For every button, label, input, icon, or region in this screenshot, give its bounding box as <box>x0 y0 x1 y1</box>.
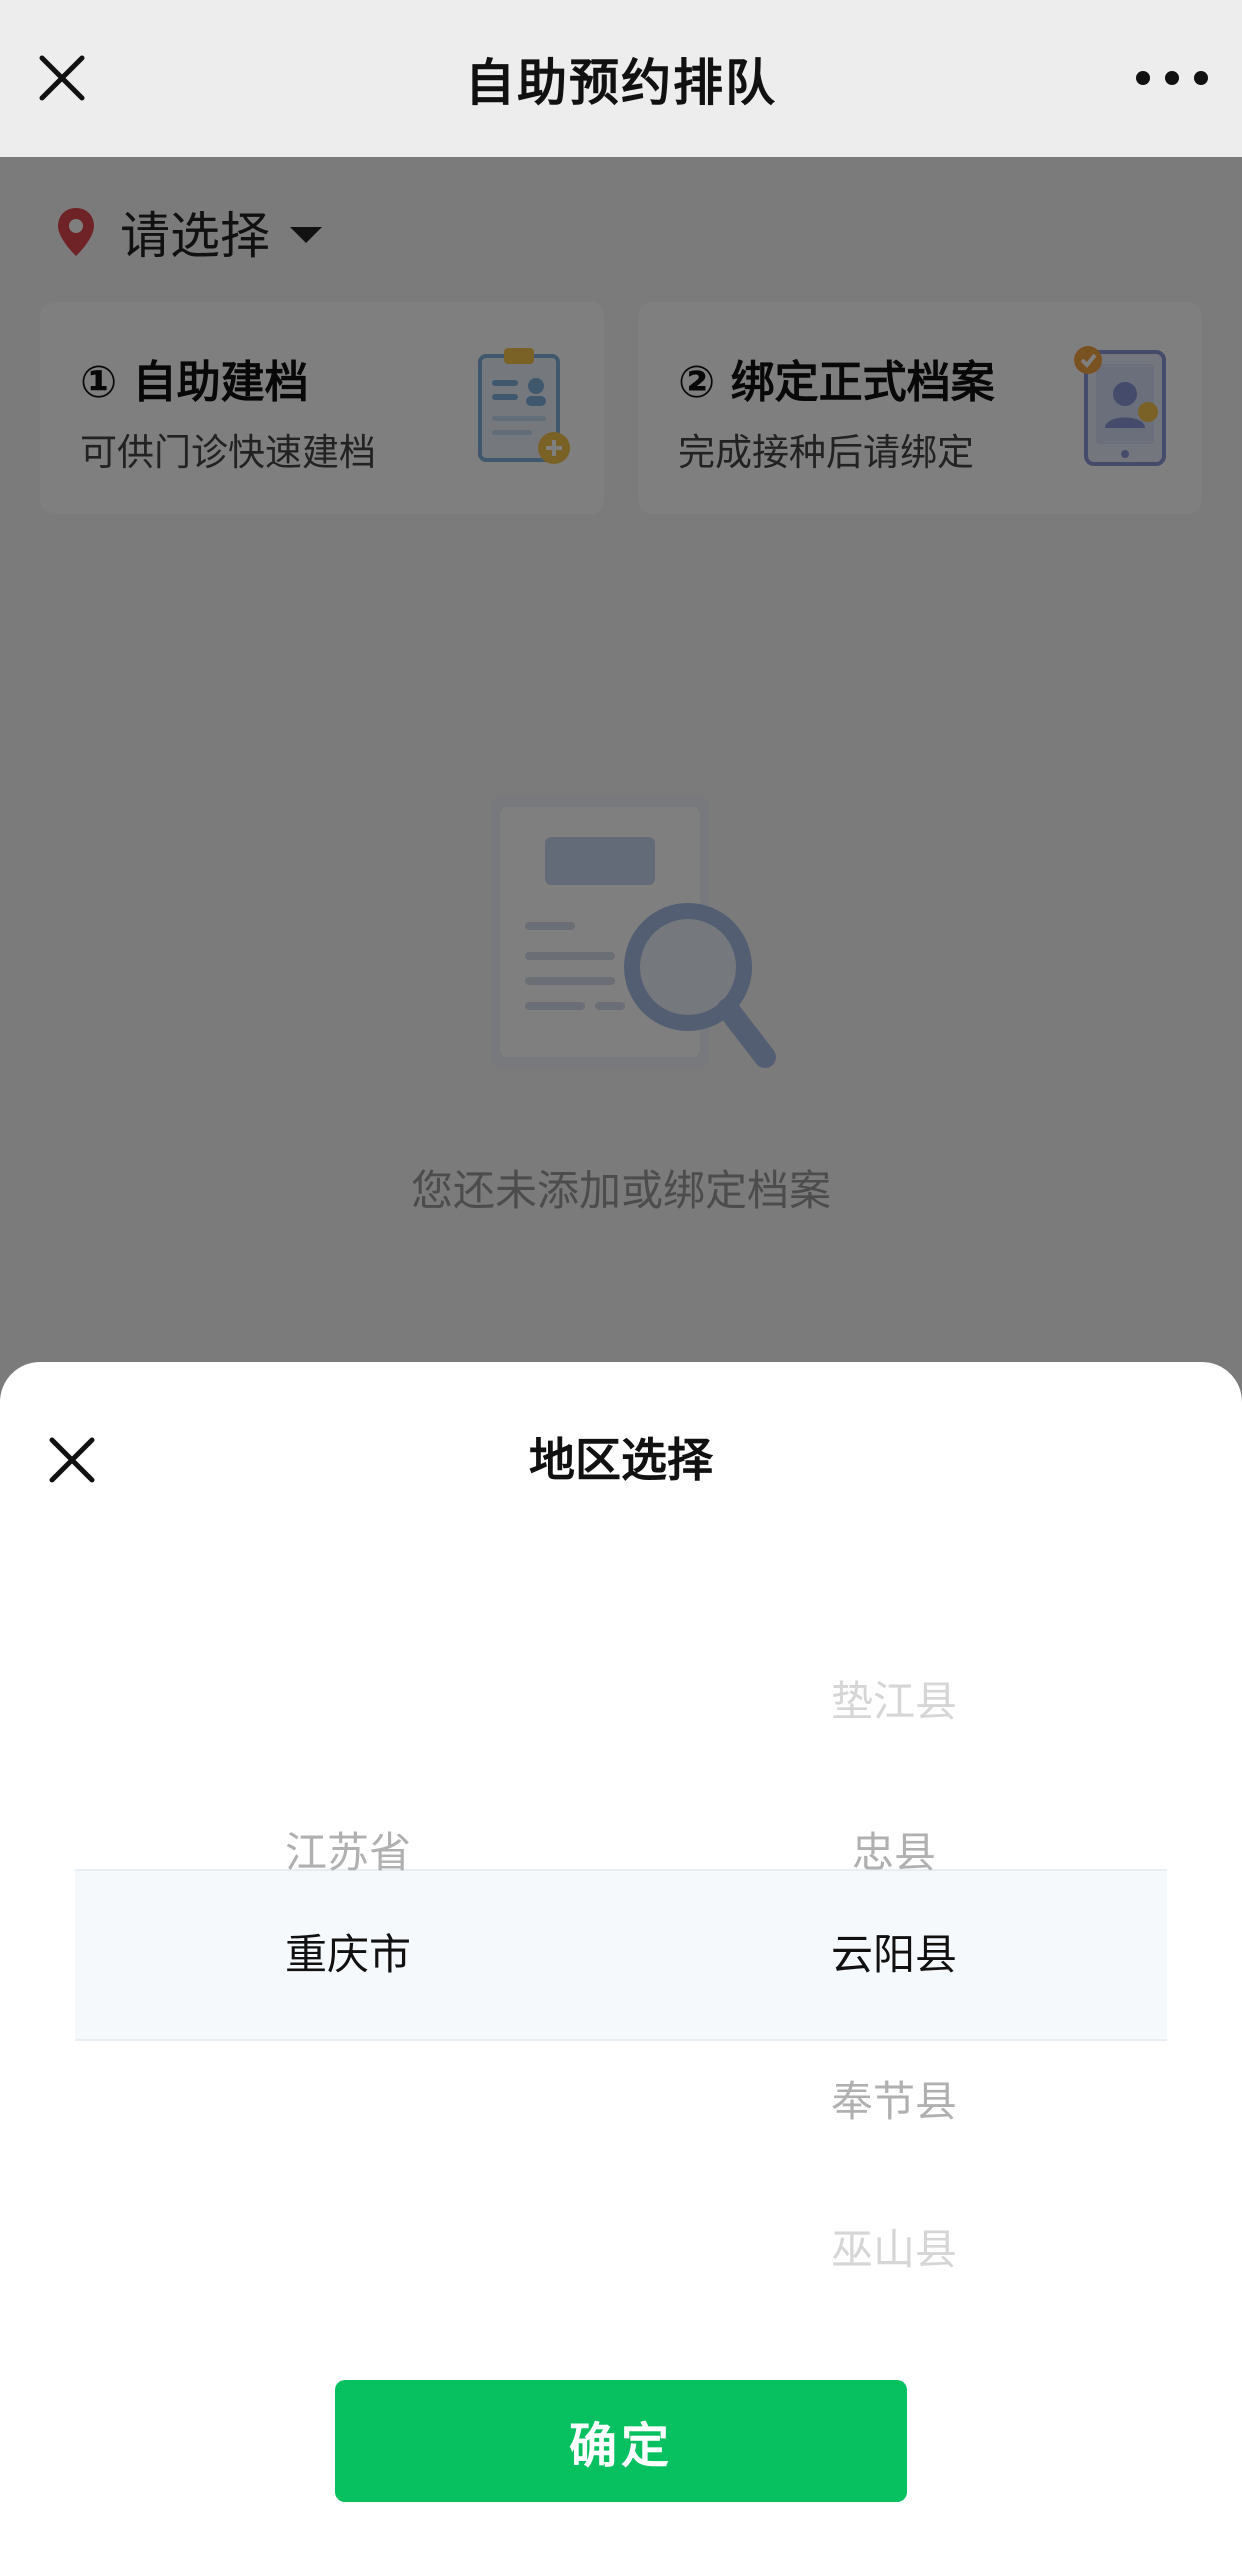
close-icon[interactable] <box>44 1432 100 1488</box>
more-dot <box>1136 71 1150 85</box>
picker-item-county-selected[interactable]: 云阳县 <box>621 1915 1167 1995</box>
county-column[interactable]: 垫江县 忠县 云阳县 奉节县 巫山县 <box>621 1572 1167 2322</box>
page-title: 自助预约排队 <box>465 53 777 112</box>
more-icon[interactable] <box>1136 58 1208 98</box>
picker-item-county[interactable]: 奉节县 <box>621 2062 1167 2142</box>
more-dot <box>1165 71 1179 85</box>
picker-item-province-selected[interactable]: 重庆市 <box>75 1915 621 1995</box>
region-picker-sheet: 地区选择 江苏省 重庆市 垫江县 忠县 云阳县 奉节县 巫山县 确定 <box>0 1362 1242 2560</box>
picker-item-county[interactable]: 忠县 <box>621 1813 1167 1893</box>
region-picker[interactable]: 江苏省 重庆市 垫江县 忠县 云阳县 奉节县 巫山县 <box>75 1572 1167 2322</box>
picker-item-county[interactable]: 垫江县 <box>621 1662 1167 1742</box>
more-dot <box>1194 71 1208 85</box>
province-column[interactable]: 江苏省 重庆市 <box>75 1572 621 2322</box>
confirm-button[interactable]: 确定 <box>335 2380 907 2502</box>
navbar: 自助预约排队 <box>0 0 1242 157</box>
picker-item-county[interactable]: 巫山县 <box>621 2210 1167 2290</box>
picker-item-province[interactable]: 江苏省 <box>75 1813 621 1893</box>
sheet-title: 地区选择 <box>529 1433 713 1487</box>
page: 自助预约排队 请选择 ① 自助建档 可供门诊快速建档 <box>0 0 1242 2560</box>
close-icon[interactable] <box>34 50 90 106</box>
